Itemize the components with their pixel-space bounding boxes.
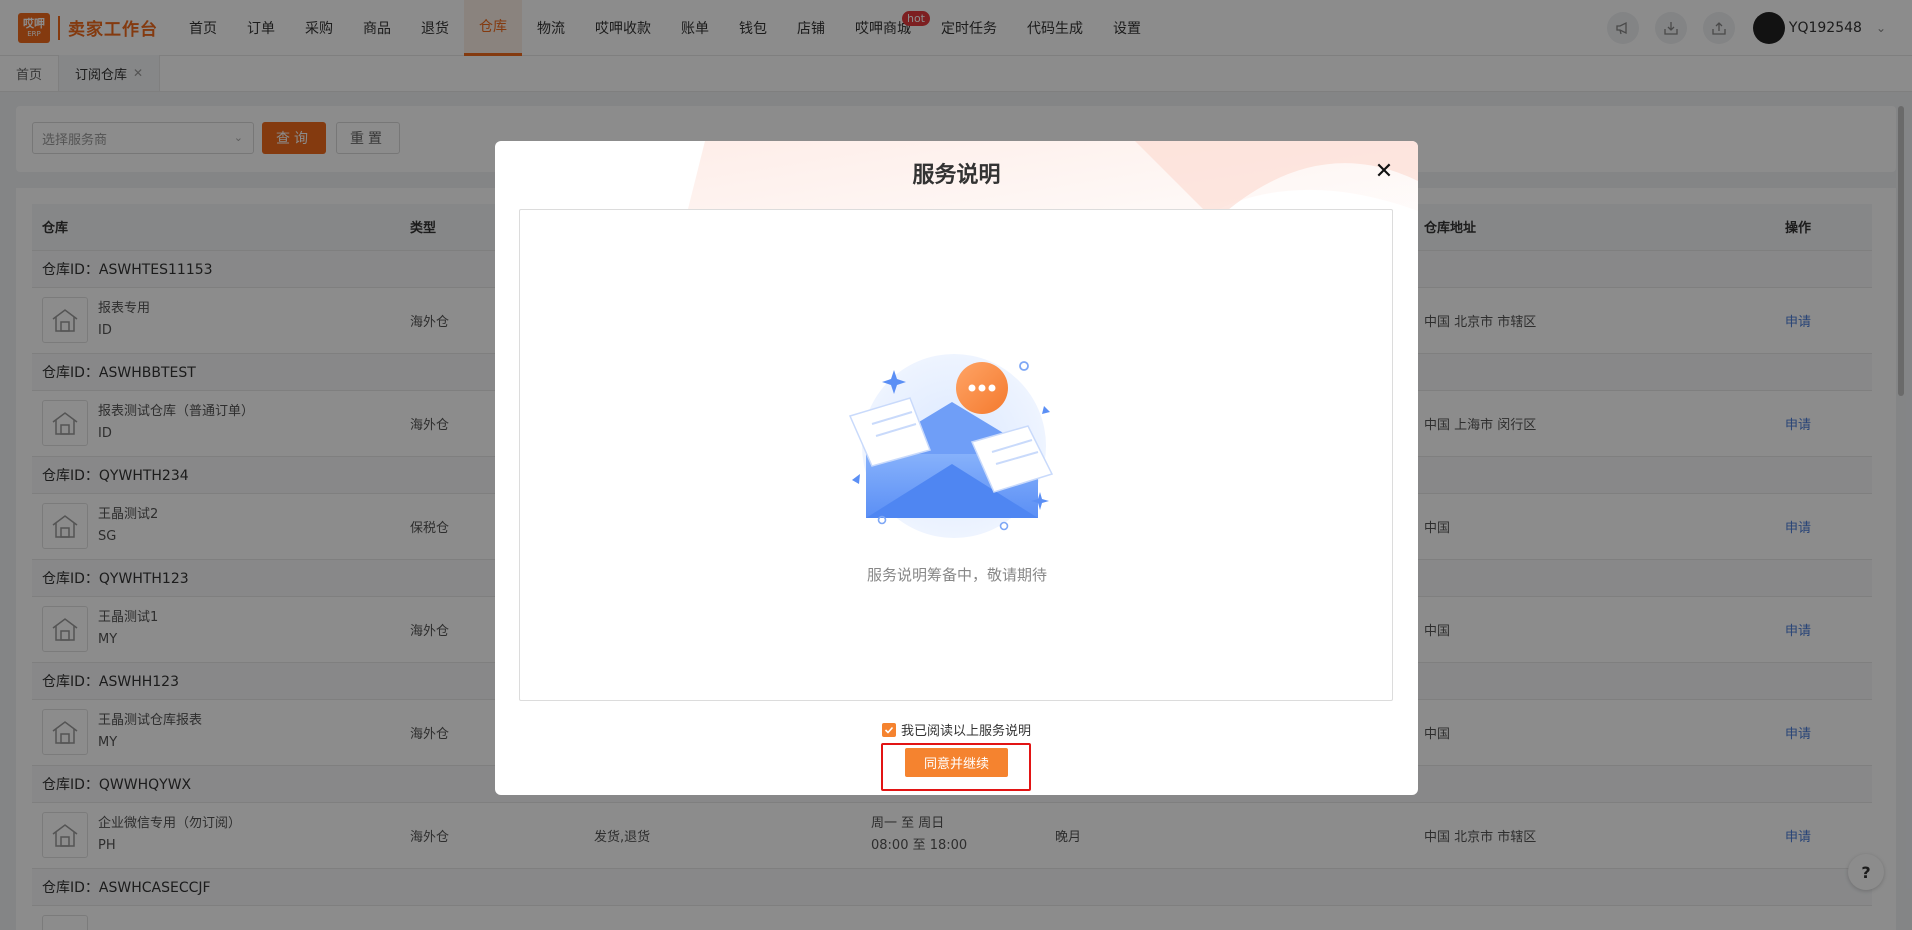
description-content-box: 服务说明筹备中，敬请期待 (519, 209, 1393, 701)
read-confirmation[interactable]: 我已阅读以上服务说明 (495, 720, 1418, 739)
service-description-dialog: 服务说明 ✕ 服务说明筹备中，敬请期待 我已阅读以上服务说明 同意并继续 (495, 141, 1418, 795)
highlight-box (881, 743, 1031, 791)
dialog-title: 服务说明 (912, 163, 1001, 188)
read-checkbox[interactable] (881, 722, 896, 737)
checkbox-label: 我已阅读以上服务说明 (900, 724, 1031, 739)
envelope-illustration (848, 354, 1054, 538)
empty-state-text: 服务说明筹备中，敬请期待 (866, 566, 1047, 584)
close-icon[interactable]: ✕ (1372, 159, 1396, 184)
